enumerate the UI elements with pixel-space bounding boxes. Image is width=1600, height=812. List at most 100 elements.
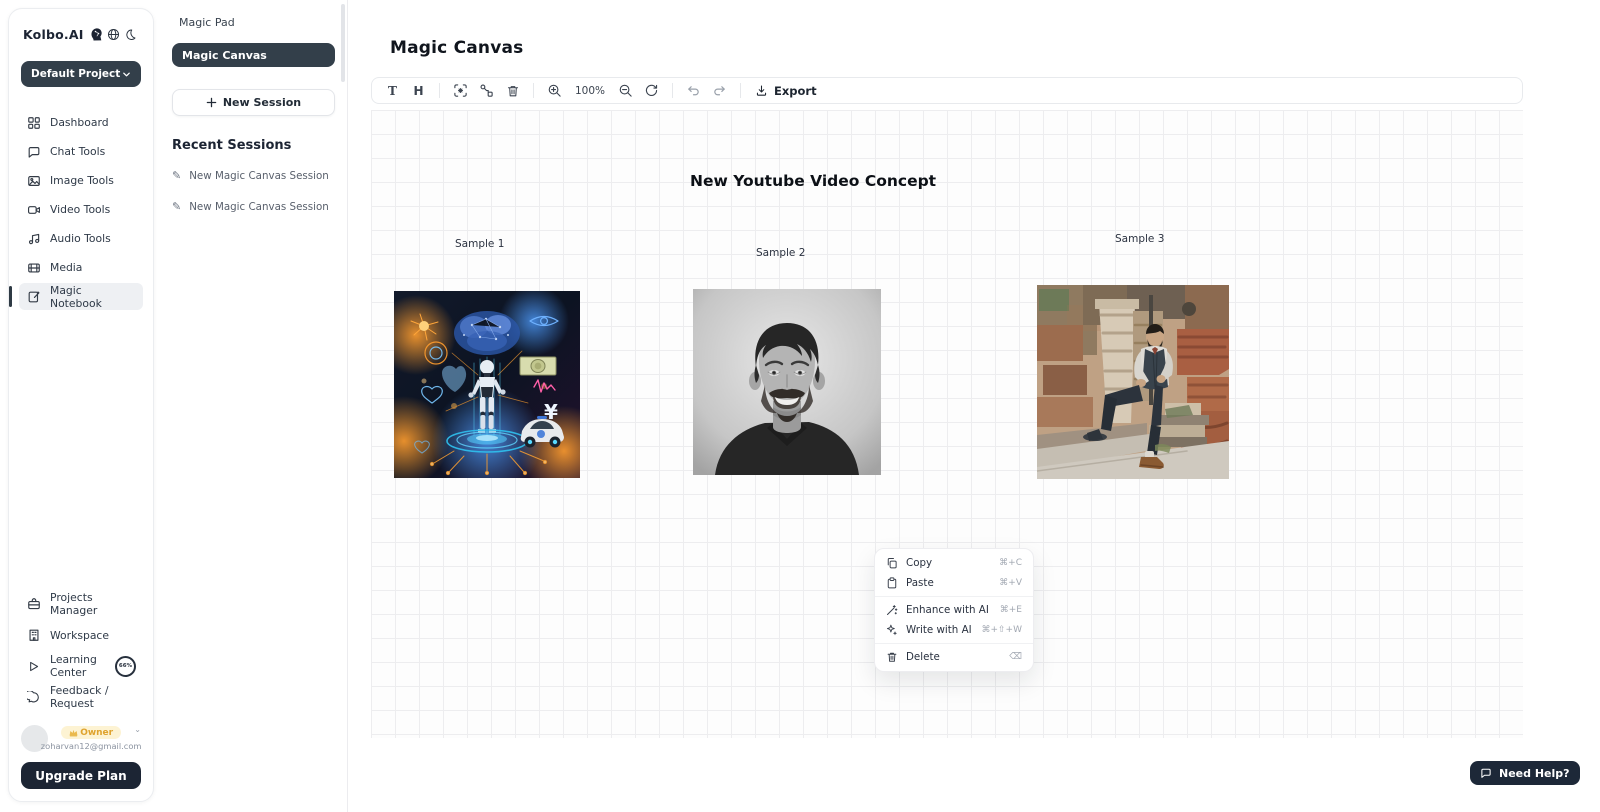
sample-1-label[interactable]: Sample 1 — [455, 238, 504, 250]
sidebar-item-audio-tools[interactable]: Audio Tools — [19, 225, 143, 252]
audio-icon — [26, 231, 41, 246]
crown-icon — [69, 729, 78, 737]
context-menu: Copy ⌘+C Paste ⌘+V Enhance with AI ⌘+E W… — [874, 548, 1034, 672]
toolbar-separator — [740, 83, 741, 98]
canvas-toolbar: T H 100% Export — [371, 77, 1523, 104]
sidebar-item-chat-tools[interactable]: Chat Tools — [19, 138, 143, 165]
toolbar-separator — [672, 83, 673, 98]
chevron-down-icon — [122, 70, 131, 79]
notebook-icon — [26, 289, 41, 304]
zoom-out-button[interactable] — [615, 80, 636, 101]
context-menu-paste[interactable]: Paste ⌘+V — [875, 573, 1033, 593]
sidebar-item-learning-center[interactable]: Learning Center 66% — [19, 654, 143, 678]
pencil-icon: ✎ — [172, 200, 181, 213]
chat-icon — [26, 144, 41, 159]
learning-progress-badge: 66% — [115, 656, 136, 677]
context-menu-delete[interactable]: Delete ⌫ — [875, 647, 1033, 667]
sparkles-icon — [886, 624, 898, 636]
canvas-heading[interactable]: New Youtube Video Concept — [690, 172, 936, 190]
heading-tool-button[interactable]: H — [408, 80, 429, 101]
zoom-level-value[interactable]: 100% — [570, 85, 610, 97]
sample-1-image[interactable]: ¥ — [394, 291, 580, 478]
session-list-item[interactable]: ✎ New Magic Canvas Session — [172, 200, 335, 213]
zoom-in-button[interactable] — [544, 80, 565, 101]
sidebar-item-dashboard[interactable]: Dashboard — [19, 109, 143, 136]
sidebar-nav: Dashboard Chat Tools Image Tools Video T… — [19, 109, 143, 310]
context-menu-divider — [875, 643, 1033, 644]
upgrade-plan-button[interactable]: Upgrade Plan — [21, 762, 141, 789]
sidebar-item-feedback[interactable]: Feedback / Request — [19, 685, 143, 709]
sidebar-item-projects-manager[interactable]: Projects Manager — [19, 592, 143, 616]
dashboard-icon — [26, 115, 41, 130]
magic-pad-item[interactable]: Magic Pad — [172, 14, 335, 29]
context-menu-copy[interactable]: Copy ⌘+C — [875, 553, 1033, 573]
sidebar-item-magic-notebook[interactable]: Magic Notebook — [19, 283, 143, 310]
redo-button[interactable] — [709, 80, 730, 101]
project-selector[interactable]: Default Project — [21, 61, 141, 87]
pencil-icon: ✎ — [172, 169, 181, 182]
export-label: Export — [774, 84, 817, 98]
sidebar-item-workspace[interactable]: Workspace — [19, 623, 143, 647]
session-item-label: New Magic Canvas Session — [189, 170, 329, 182]
context-item-label: Paste — [906, 577, 934, 589]
context-item-shortcut: ⌫ — [1009, 652, 1022, 662]
context-item-shortcut: ⌘+V — [999, 578, 1022, 588]
user-account-row[interactable]: Owner zoharvan12@gmail.com ⌄ — [19, 719, 143, 760]
project-selector-label: Default Project — [31, 68, 120, 80]
magic-canvas-item[interactable]: Magic Canvas — [172, 43, 335, 67]
sidebar-item-media[interactable]: Media — [19, 254, 143, 281]
sidebar-footer-nav: Projects Manager Workspace Learning Cent… — [19, 592, 143, 709]
sample-2-image[interactable] — [693, 289, 881, 475]
help-chat-icon — [1480, 767, 1492, 779]
context-item-label: Write with AI — [906, 624, 972, 636]
video-icon — [26, 202, 41, 217]
need-help-button[interactable]: Need Help? — [1470, 761, 1580, 785]
man-on-ruins-illustration — [1037, 285, 1229, 479]
sample-2-label[interactable]: Sample 2 — [756, 247, 805, 259]
sample-3-label[interactable]: Sample 3 — [1115, 233, 1164, 245]
context-menu-write-with-ai[interactable]: Write with AI ⌘+⇧+W — [875, 620, 1033, 640]
sidebar-item-label: Image Tools — [50, 174, 114, 187]
context-menu-divider — [875, 596, 1033, 597]
new-session-button[interactable]: New Session — [172, 89, 335, 116]
plus-icon — [206, 97, 217, 108]
session-list-item[interactable]: ✎ New Magic Canvas Session — [172, 169, 335, 182]
sidebar-item-label: Chat Tools — [50, 145, 105, 158]
toolbar-separator — [439, 83, 440, 98]
delete-tool-button[interactable] — [502, 80, 523, 101]
panel-scrollbar[interactable] — [341, 4, 345, 82]
sidebar-item-image-tools[interactable]: Image Tools — [19, 167, 143, 194]
text-tool-button[interactable]: T — [382, 80, 403, 101]
play-icon — [26, 659, 41, 674]
sidebar-item-label: Projects Manager — [50, 591, 136, 617]
export-button[interactable]: Export — [751, 84, 821, 98]
dark-mode-moon-icon[interactable] — [122, 25, 139, 43]
sidebar-item-video-tools[interactable]: Video Tools — [19, 196, 143, 223]
magic-canvas-grid[interactable]: New Youtube Video Concept Sample 1 Sampl… — [371, 110, 1523, 738]
media-icon — [26, 260, 41, 275]
context-menu-enhance-with-ai[interactable]: Enhance with AI ⌘+E — [875, 600, 1033, 620]
brain-logo-icon — [88, 25, 105, 43]
magic-wand-icon — [886, 604, 898, 616]
sidebar-item-label: Feedback / Request — [50, 684, 136, 710]
portrait-illustration — [693, 289, 881, 475]
connector-tool-button[interactable] — [476, 80, 497, 101]
ai-select-tool-button[interactable] — [450, 80, 471, 101]
context-item-label: Enhance with AI — [906, 604, 989, 616]
sample-3-image[interactable] — [1037, 285, 1229, 479]
reset-view-button[interactable] — [641, 80, 662, 101]
recent-sessions-title: Recent Sessions — [172, 138, 335, 153]
page-title: Magic Canvas — [390, 38, 524, 58]
trash-icon — [886, 651, 898, 663]
undo-button[interactable] — [683, 80, 704, 101]
sidebar: Kolbo.AI Default Project Dashboard — [8, 8, 154, 802]
brand-logo: Kolbo.AI — [23, 27, 84, 42]
sidebar-item-label: Audio Tools — [50, 232, 111, 245]
user-caret-icon: ⌄ — [134, 725, 141, 734]
building-icon — [26, 628, 41, 643]
owner-badge-label: Owner — [80, 728, 113, 738]
user-email: zoharvan12@gmail.com — [41, 741, 142, 751]
sidebar-item-label: Dashboard — [50, 116, 109, 129]
language-globe-icon[interactable] — [105, 25, 122, 43]
context-item-shortcut: ⌘+C — [999, 558, 1022, 568]
